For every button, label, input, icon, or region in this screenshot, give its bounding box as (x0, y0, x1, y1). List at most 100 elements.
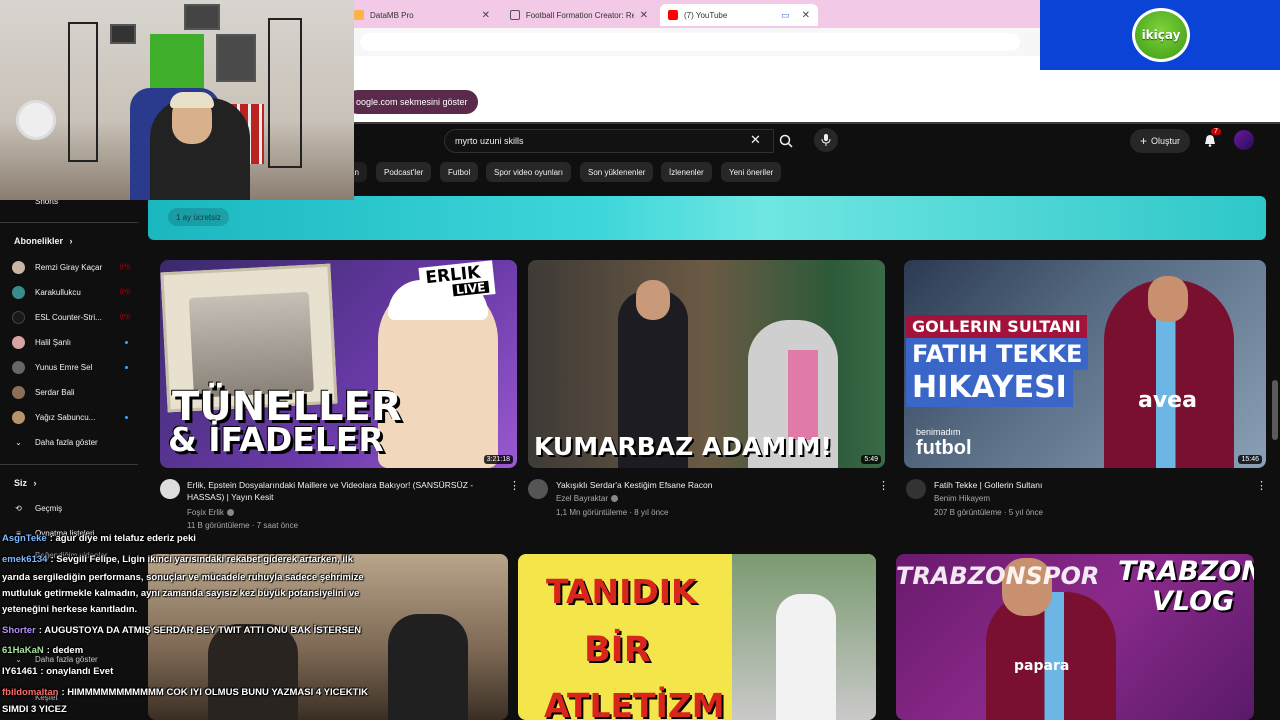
new-content-dot (125, 340, 128, 344)
chat-username: IY61461 (2, 666, 38, 677)
video-thumbnail[interactable]: avea GOLLERIN SULTANI FATIH TEKKE HIKAYE… (904, 260, 1266, 468)
show-more-subscriptions[interactable]: ⌄ Daha fazla göster (12, 433, 132, 451)
sidebar-item-subscription[interactable]: Halil Şanlı (12, 333, 132, 351)
video-thumbnail[interactable]: papara TRABZONSPOR TRABZON VLOG (896, 554, 1254, 720)
screen: DataMB Pro ✕ Football Formation Creator:… (0, 0, 1280, 720)
show-tab-notice[interactable]: oogle.com sekmesini göster (346, 90, 478, 114)
account-avatar[interactable] (1234, 130, 1254, 150)
video-meta: 1,1 Mn görüntüleme · 8 yıl önce (556, 508, 669, 517)
channel-name: Yağız Sabuncu... (35, 412, 96, 422)
chip-podcasts[interactable]: Podcast'ler (376, 162, 432, 182)
video-thumbnail[interactable]: KUMARBAZ ADAMIM! 5:49 (528, 260, 885, 468)
chip-watched[interactable]: İzlenenler (661, 162, 712, 182)
page-scrollbar[interactable] (1272, 380, 1278, 440)
search-icon (779, 134, 793, 148)
stream-chat-overlay: AsgnTeke: agur diye mi telafuz ederiz pe… (0, 528, 420, 720)
channel-avatar[interactable] (906, 479, 926, 499)
more-options-icon[interactable]: ⋮ (509, 479, 520, 492)
chat-text: yarıda sergilediğin performans, sonuçlar… (2, 572, 364, 583)
close-tab-icon[interactable]: ✕ (802, 10, 810, 21)
erlik-live-badge: ERLIK LIVE (418, 260, 496, 302)
address-bar[interactable] (340, 28, 1040, 56)
chat-message: AsgnTeke: agur diye mi telafuz ederiz pe… (2, 532, 196, 545)
sidebar-item-subscription[interactable]: ESL Counter-Stri... ((•)) (12, 308, 132, 326)
clear-search-icon[interactable]: ✕ (750, 132, 761, 148)
subscriptions-header[interactable]: Abonelikler › (14, 236, 73, 246)
sidebar-item-subscription[interactable]: Karakullukcu ((•)) (12, 283, 132, 301)
cartoon-face-graphic (378, 280, 498, 468)
wall-frame-graphic (110, 24, 136, 44)
channel-name: Halil Şanlı (35, 337, 72, 347)
promo-banner[interactable]: 1 ay ücretsiz (148, 196, 1266, 240)
sidebar-item-subscription[interactable]: Yunus Emre Sel (12, 358, 132, 376)
chip-recently-uploaded[interactable]: Son yüklenenler (580, 162, 654, 182)
sidebar-item-history[interactable]: ⟲ Geçmiş (12, 499, 132, 517)
thumb-headline: ATLETİZM (544, 686, 725, 720)
channel-name[interactable]: Foşix Erlik (187, 508, 234, 517)
channel-avatar (12, 410, 25, 424)
chip-new-to-you[interactable]: Yeni öneriler (721, 162, 782, 182)
voice-search-button[interactable] (814, 128, 838, 152)
shelf-graphic (268, 18, 302, 168)
chevron-down-icon: ⌄ (15, 437, 22, 447)
filter-chips-bar: an Podcast'ler Futbol Spor video oyunlar… (340, 158, 1280, 186)
chip-sports-games[interactable]: Spor video oyunları (486, 162, 571, 182)
face-graphic (1148, 276, 1188, 322)
channel-avatar (12, 285, 25, 299)
more-options-icon[interactable]: ⋮ (878, 479, 889, 492)
microphone-icon (821, 134, 831, 146)
search-button[interactable] (774, 129, 798, 153)
close-tab-icon[interactable]: ✕ (482, 10, 490, 21)
history-icon: ⟲ (15, 503, 22, 513)
search-input[interactable]: myrto uzuni skills (444, 129, 774, 153)
chat-text: : AUGUSTOYA DA ATMIŞ SERDAR BEY TWIT ATT… (38, 625, 362, 636)
live-icon: ((•)) (119, 264, 130, 270)
close-tab-icon[interactable]: ✕ (640, 10, 648, 21)
url-field[interactable] (360, 33, 1020, 51)
create-button[interactable]: + Oluştur (1130, 129, 1191, 153)
thumb-headline: GOLLERIN SULTANI (912, 317, 1081, 336)
athlete-photo-graphic (732, 554, 876, 720)
thumb-headline: BİR (584, 630, 651, 670)
subscriptions-header-label: Abonelikler (14, 236, 64, 246)
notifications-button[interactable]: 7 (1200, 128, 1221, 150)
video-title[interactable]: Fatih Tekke | Gollerin Sultanı (934, 479, 1234, 491)
thumb-headline: TANIDIK (546, 572, 697, 611)
you-header[interactable]: Siz › (14, 478, 37, 488)
video-thumbnail[interactable]: ERLIK LIVE TÜNELLER & İFADELER 3:21:18 (160, 260, 517, 468)
sidebar-item-subscription[interactable]: Serdar Bali (12, 383, 132, 401)
tab-datamb[interactable]: DataMB Pro ✕ (346, 4, 498, 26)
show-more-label: Daha fazla göster (35, 437, 98, 447)
verified-icon (226, 509, 234, 517)
sidebar-item-subscription[interactable]: Yağız Sabuncu... (12, 408, 132, 426)
more-options-icon[interactable]: ⋮ (1256, 479, 1267, 492)
channel-avatar[interactable] (528, 479, 548, 499)
face-graphic (636, 280, 670, 320)
channel-avatar (12, 310, 25, 324)
chat-text: SIMDI 3 YICEZ (2, 704, 67, 715)
live-icon: ((•)) (119, 289, 130, 295)
channel-avatar (12, 360, 25, 374)
channel-name[interactable]: Ezel Bayraktar (556, 494, 619, 503)
chat-text: mutluluk getirmekle kalmadın, aynı zaman… (2, 588, 360, 599)
chip-football[interactable]: Futbol (440, 162, 479, 182)
youtube-header: myrto uzuni skills ✕ + Oluştur 7 (340, 122, 1280, 156)
channel-name: Serdar Bali (35, 387, 75, 397)
cast-icon[interactable]: ▭ (781, 10, 790, 21)
chat-text: : Sevgili Felipe, Ligin ikinci yarısında… (50, 554, 353, 565)
tab-formation-creator[interactable]: Football Formation Creator: Re ✕ (502, 4, 656, 26)
channel-avatar[interactable] (160, 479, 180, 499)
chat-message: IY61461: onaylandı Evet (2, 665, 113, 678)
chevron-right-icon: › (33, 478, 37, 488)
search-value: myrto uzuni skills (455, 136, 524, 146)
tab-youtube[interactable]: (7) YouTube ▭ ✕ (660, 4, 818, 26)
sidebar-item-subscription[interactable]: Remzi Giray Kaçar ((•)) (12, 258, 132, 276)
video-title[interactable]: Yakışıklı Serdar'a Kestiğim Efsane Racon (556, 479, 856, 491)
video-title[interactable]: Erlik, Epstein Dosyalarındaki Maillere v… (187, 479, 507, 503)
channel-name[interactable]: Benim Hikayem (934, 494, 990, 503)
video-thumbnail[interactable]: TANIDIK BİR ATLETİZM (518, 554, 876, 720)
sponsor-logo-text: ikiçay (1141, 28, 1181, 42)
chat-message-continued: mutluluk getirmekle kalmadın, aynı zaman… (2, 587, 359, 600)
chat-message: fbildomaltan: HIMMMMMMMMMMM COK IYI OLMU… (2, 686, 368, 699)
video-duration: 5:49 (861, 455, 881, 464)
